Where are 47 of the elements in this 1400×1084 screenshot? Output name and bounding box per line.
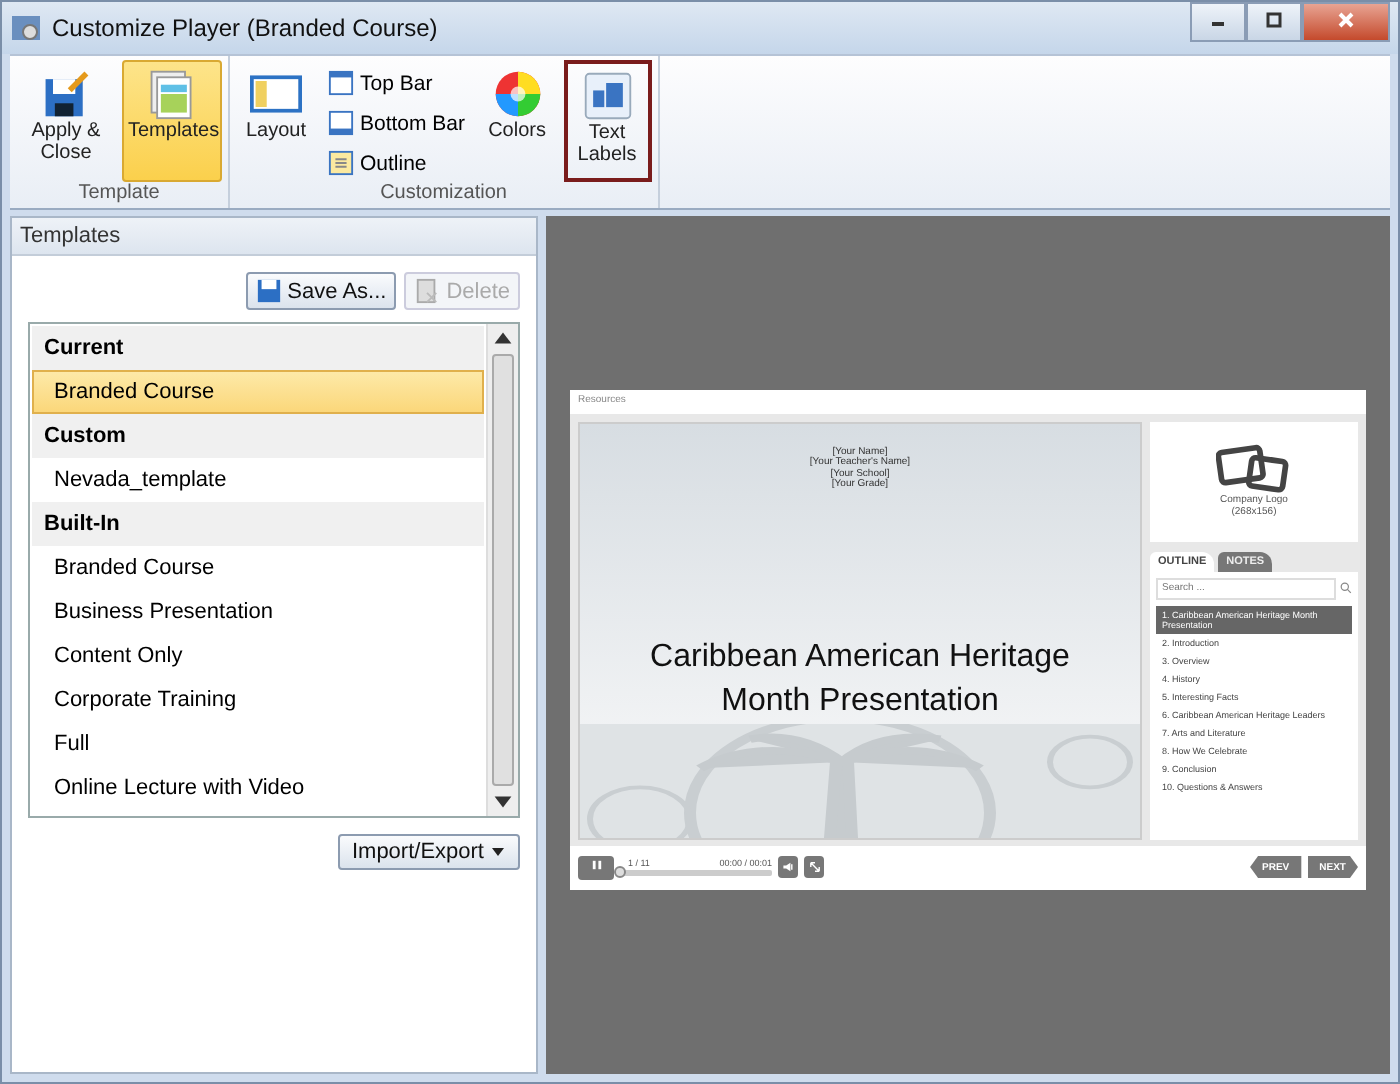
maximize-button[interactable] <box>1246 2 1302 42</box>
ribbon-button[interactable]: Outline <box>322 146 472 180</box>
bar-icon <box>328 110 354 136</box>
save-as-button[interactable]: Save As... <box>245 272 397 310</box>
volume-button[interactable] <box>778 856 798 878</box>
ribbon-button[interactable]: Bottom Bar <box>322 106 472 140</box>
ribbon-button[interactable]: Layout <box>236 60 316 182</box>
caret-icon <box>490 844 506 860</box>
template-item[interactable]: Full <box>32 722 484 766</box>
section-heading: Built-In <box>32 502 484 546</box>
search-icon <box>1340 582 1352 594</box>
bar-icon <box>328 70 354 96</box>
save-icon <box>255 278 282 304</box>
maximize-icon <box>1264 10 1284 31</box>
section-heading: Custom <box>32 414 484 458</box>
import-export-button[interactable]: Import/Export <box>337 834 520 870</box>
template-item[interactable]: Branded Course <box>32 370 484 414</box>
fullscreen-button[interactable] <box>804 856 824 878</box>
bar-icon <box>328 150 354 176</box>
minimize-button[interactable] <box>1190 2 1246 42</box>
panel-title: Templates <box>12 218 536 256</box>
close-icon <box>1336 10 1356 31</box>
template-item[interactable]: Branded Course <box>32 546 484 590</box>
template-item[interactable]: Nevada_template <box>32 458 484 502</box>
close-button[interactable] <box>1302 2 1390 42</box>
ribbon-button[interactable]: Top Bar <box>322 66 472 100</box>
speaker-icon <box>781 860 795 874</box>
template-item[interactable]: Content Only <box>32 634 484 678</box>
expand-icon <box>807 860 821 874</box>
group-label: Customization <box>378 182 509 208</box>
seek-thumb[interactable] <box>614 866 626 878</box>
template-item[interactable]: Corporate Training <box>32 678 484 722</box>
delete-icon <box>414 278 441 304</box>
ribbon-button[interactable]: Colors <box>477 60 558 182</box>
group-label: Template <box>76 182 162 208</box>
ribbon-button[interactable]: Apply & Close <box>16 60 116 182</box>
scrollbar[interactable] <box>486 324 518 816</box>
image-icon <box>1216 444 1292 494</box>
ribbon-button[interactable]: Text Labels <box>563 60 652 182</box>
template-item[interactable]: Business Presentation <box>32 590 484 634</box>
ribbon-button[interactable]: Templates <box>122 60 222 182</box>
slide-title: Caribbean American Heritage Month Presentation <box>648 637 1072 721</box>
window-title: Customize Player (Branded Course) <box>52 14 438 42</box>
pause-icon <box>589 858 603 872</box>
template-item[interactable]: Online Lecture with Video <box>32 766 484 810</box>
section-heading: Current <box>32 326 484 370</box>
pause-button[interactable] <box>578 855 614 879</box>
